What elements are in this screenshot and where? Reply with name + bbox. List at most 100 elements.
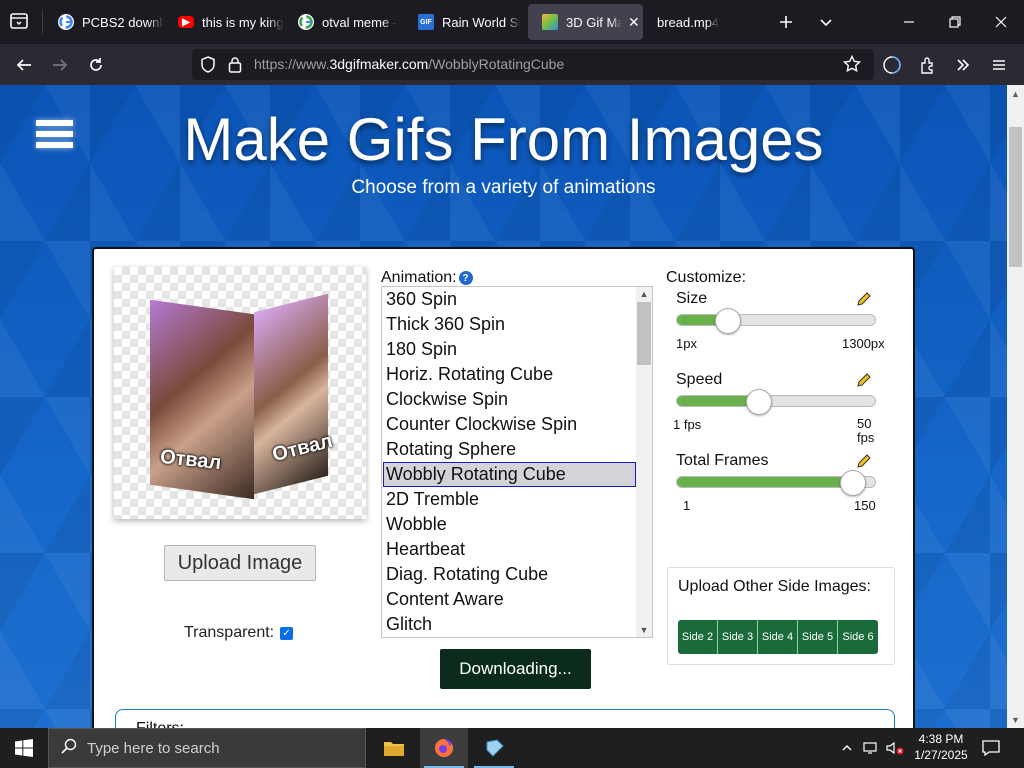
animation-option[interactable]: 180 Spin — [382, 337, 652, 362]
chevron-down-icon[interactable] — [814, 10, 838, 34]
animation-option[interactable]: Diag. Rotating Cube — [382, 562, 652, 587]
side-5-button[interactable]: Side 5 — [798, 620, 838, 654]
scroll-up-icon[interactable]: ▲ — [1007, 85, 1024, 102]
notepad-app-icon[interactable] — [470, 728, 518, 768]
tab-3d-gif-maker[interactable]: 3D Gif Mak ✕ — [528, 4, 643, 40]
frames-min: 1 — [683, 498, 691, 513]
minimize-icon[interactable] — [897, 10, 921, 34]
slider-knob[interactable] — [715, 308, 741, 334]
transparent-checkbox[interactable]: ✓ — [280, 626, 294, 640]
page-subtitle: Choose from a variety of animations — [351, 177, 656, 198]
tab-title: PCBS2 downlo — [82, 14, 164, 30]
volume-muted-icon[interactable] — [884, 728, 906, 768]
size-title: Size — [676, 290, 708, 307]
pencil-icon[interactable] — [856, 291, 872, 307]
bookmark-star-icon[interactable] — [842, 54, 862, 78]
close-tab-icon[interactable]: ✕ — [628, 14, 640, 31]
youtube-icon: ▶ — [178, 16, 194, 28]
animation-label: Animation: — [381, 269, 457, 286]
tab-title: Rain World Sl — [442, 14, 522, 30]
slider-knob[interactable] — [840, 470, 866, 496]
side-3-button[interactable]: Side 3 — [718, 620, 758, 654]
tab-youtube[interactable]: ▶ this is my king — [164, 4, 284, 40]
scroll-up-icon[interactable]: ▲ — [636, 287, 652, 301]
windows-taskbar: Type here to search 4:38 PM 1/27/2025 — [0, 728, 1024, 768]
network-icon[interactable] — [860, 728, 882, 768]
animation-option[interactable]: Horiz. Rotating Cube — [382, 362, 652, 387]
animation-option[interactable]: Counter Clockwise Spin — [382, 412, 652, 437]
list-scroll-thumb[interactable] — [637, 302, 651, 365]
tab-pcbs2[interactable]: PCBS2 downlo — [44, 4, 164, 40]
tab-list-icon[interactable] — [8, 10, 32, 34]
tab-separator — [42, 10, 43, 34]
address-bar[interactable]: https://www.3dgifmaker.com/WobblyRotatin… — [192, 49, 874, 80]
clock-time: 4:38 PM — [918, 732, 964, 746]
account-icon[interactable] — [879, 52, 905, 78]
animation-option[interactable]: Glitch — [382, 612, 652, 637]
size-slider[interactable] — [676, 308, 876, 334]
side-4-button[interactable]: Side 4 — [758, 620, 798, 654]
slider-knob[interactable] — [746, 389, 772, 415]
file-explorer-icon[interactable] — [370, 728, 418, 768]
new-tab-icon[interactable] — [774, 10, 798, 34]
animation-option[interactable]: Wobble — [382, 512, 652, 537]
google-icon — [298, 14, 314, 30]
customize-label: Customize: — [666, 269, 747, 286]
transparent-option: Transparent: ✓ — [184, 624, 294, 642]
gif-maker-card: Отвал Отвал Upload Image Transparent: ✓ … — [92, 247, 915, 728]
menu-icon[interactable] — [986, 52, 1012, 78]
lock-icon[interactable] — [228, 56, 242, 78]
pencil-icon[interactable] — [856, 372, 872, 388]
notifications-icon[interactable] — [980, 728, 1002, 768]
animation-option[interactable]: Content Aware — [382, 587, 652, 612]
page-scrollbar[interactable]: ▲ ▼ — [1007, 85, 1024, 728]
tab-otval-meme[interactable]: otval meme - — [284, 4, 404, 40]
side-buttons: Side 2 Side 3 Side 4 Side 5 Side 6 — [678, 620, 878, 654]
animation-option[interactable]: Thick 360 Spin — [382, 312, 652, 337]
more-tools-icon[interactable] — [950, 52, 976, 78]
back-icon[interactable] — [11, 52, 37, 78]
tab-bread[interactable]: bread.mp4 — [643, 4, 753, 40]
firefox-icon[interactable] — [420, 728, 468, 768]
windows-start-icon[interactable] — [0, 728, 48, 768]
taskbar-clock[interactable]: 4:38 PM 1/27/2025 — [910, 731, 972, 763]
side-6-button[interactable]: Side 6 — [838, 620, 878, 654]
scroll-down-icon[interactable]: ▼ — [1007, 711, 1024, 728]
animation-option[interactable]: Heartbeat — [382, 537, 652, 562]
chevron-up-icon[interactable] — [838, 728, 856, 768]
frames-title: Total Frames — [676, 452, 769, 469]
page-scroll-thumb[interactable] — [1009, 127, 1022, 267]
restore-icon[interactable] — [943, 10, 967, 34]
frames-slider[interactable] — [676, 470, 876, 496]
speed-title: Speed — [676, 371, 723, 388]
speed-max: 50 fps — [857, 416, 875, 445]
speed-slider[interactable] — [676, 389, 876, 415]
scroll-down-icon[interactable]: ▼ — [636, 623, 652, 637]
tab-rain-world[interactable]: GIF Rain World Sl — [404, 4, 526, 40]
pencil-icon[interactable] — [856, 453, 872, 469]
url-text[interactable]: https://www.3dgifmaker.com/WobblyRotatin… — [254, 56, 564, 72]
search-icon — [61, 738, 77, 759]
speed-min: 1 fps — [673, 417, 702, 432]
animation-option[interactable]: Clockwise Spin — [382, 387, 652, 412]
side-2-button[interactable]: Side 2 — [678, 620, 718, 654]
animation-option[interactable]: Rotating Sphere — [382, 437, 652, 462]
google-icon — [58, 14, 74, 30]
forward-icon[interactable] — [47, 52, 73, 78]
animation-option[interactable]: 360 Spin — [382, 287, 652, 312]
tab-title: 3D Gif Mak — [566, 14, 622, 30]
reload-icon[interactable] — [83, 52, 109, 78]
download-button[interactable]: Downloading... — [440, 649, 591, 689]
page-viewport: Make Gifs From Images Choose from a vari… — [0, 85, 1007, 728]
upload-image-button[interactable]: Upload Image — [164, 545, 316, 581]
extensions-icon[interactable] — [915, 52, 941, 78]
close-window-icon[interactable] — [989, 10, 1013, 34]
animation-list[interactable]: 360 Spin Thick 360 Spin 180 Spin Horiz. … — [381, 286, 653, 638]
shield-icon[interactable] — [200, 56, 216, 78]
help-icon[interactable]: ? — [458, 271, 473, 285]
transparent-label: Transparent: — [184, 624, 275, 641]
animation-option[interactable]: 2D Tremble — [382, 487, 652, 512]
list-scrollbar[interactable]: ▲ ▼ — [636, 287, 652, 637]
animation-option-selected[interactable]: Wobbly Rotating Cube — [383, 462, 636, 487]
taskbar-search[interactable]: Type here to search — [48, 728, 366, 768]
